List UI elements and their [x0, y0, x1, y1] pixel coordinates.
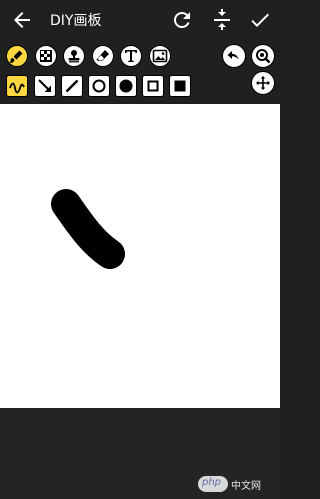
zoom-icon — [256, 49, 271, 64]
app-bar: DIY画板 — [0, 0, 280, 40]
stamp-tool-button[interactable] — [63, 45, 85, 67]
arrow-line-icon — [38, 79, 51, 92]
watermark-site: 中文网 — [231, 481, 261, 492]
image-tool-button[interactable] — [149, 45, 171, 67]
mosaic-icon — [40, 50, 52, 62]
circle-fill-icon — [119, 79, 133, 93]
watermark-php: php — [202, 477, 222, 488]
brush-tool-button[interactable] — [6, 45, 28, 67]
app-screen: DIY画板 php 中文网 — [0, 0, 280, 499]
page-title: DIY画板 — [50, 13, 102, 29]
eraser-tool-button[interactable] — [92, 45, 114, 67]
stamp-icon — [68, 50, 80, 63]
arrow-shape-button[interactable] — [34, 75, 56, 97]
refresh-icon[interactable] — [170, 8, 194, 32]
drawn-stroke — [51, 189, 125, 269]
text-tool-button[interactable] — [120, 45, 142, 67]
squiggle-icon — [9, 82, 25, 94]
move-icon — [256, 76, 270, 90]
circle-outline-shape-button[interactable] — [88, 75, 110, 97]
zoom-button[interactable] — [251, 44, 275, 68]
line-icon — [65, 79, 79, 93]
drawing-canvas[interactable] — [0, 104, 280, 408]
circle-fill-shape-button[interactable] — [115, 75, 137, 97]
eraser-icon — [96, 50, 109, 61]
rect-outline-shape-button[interactable] — [142, 75, 164, 97]
rect-fill-shape-button[interactable] — [169, 75, 191, 97]
line-shape-button[interactable] — [61, 75, 83, 97]
move-button[interactable] — [251, 71, 275, 95]
bottom-area: php 中文网 — [0, 408, 280, 499]
freehand-shape-button[interactable] — [6, 75, 28, 97]
image-icon — [152, 49, 168, 63]
brush-icon — [9, 50, 23, 63]
rect-fill-icon — [174, 80, 186, 92]
compress-icon[interactable] — [210, 8, 234, 32]
arrow-back-icon[interactable] — [10, 8, 34, 32]
text-T-icon — [125, 50, 137, 62]
rect-outline-icon — [147, 80, 159, 92]
undo-button[interactable] — [222, 44, 246, 68]
check-icon[interactable] — [248, 8, 272, 32]
circle-outline-icon — [92, 79, 106, 93]
mosaic-tool-button[interactable] — [35, 45, 57, 67]
tool-panel: 8 — [0, 40, 280, 138]
undo-icon — [227, 51, 239, 60]
